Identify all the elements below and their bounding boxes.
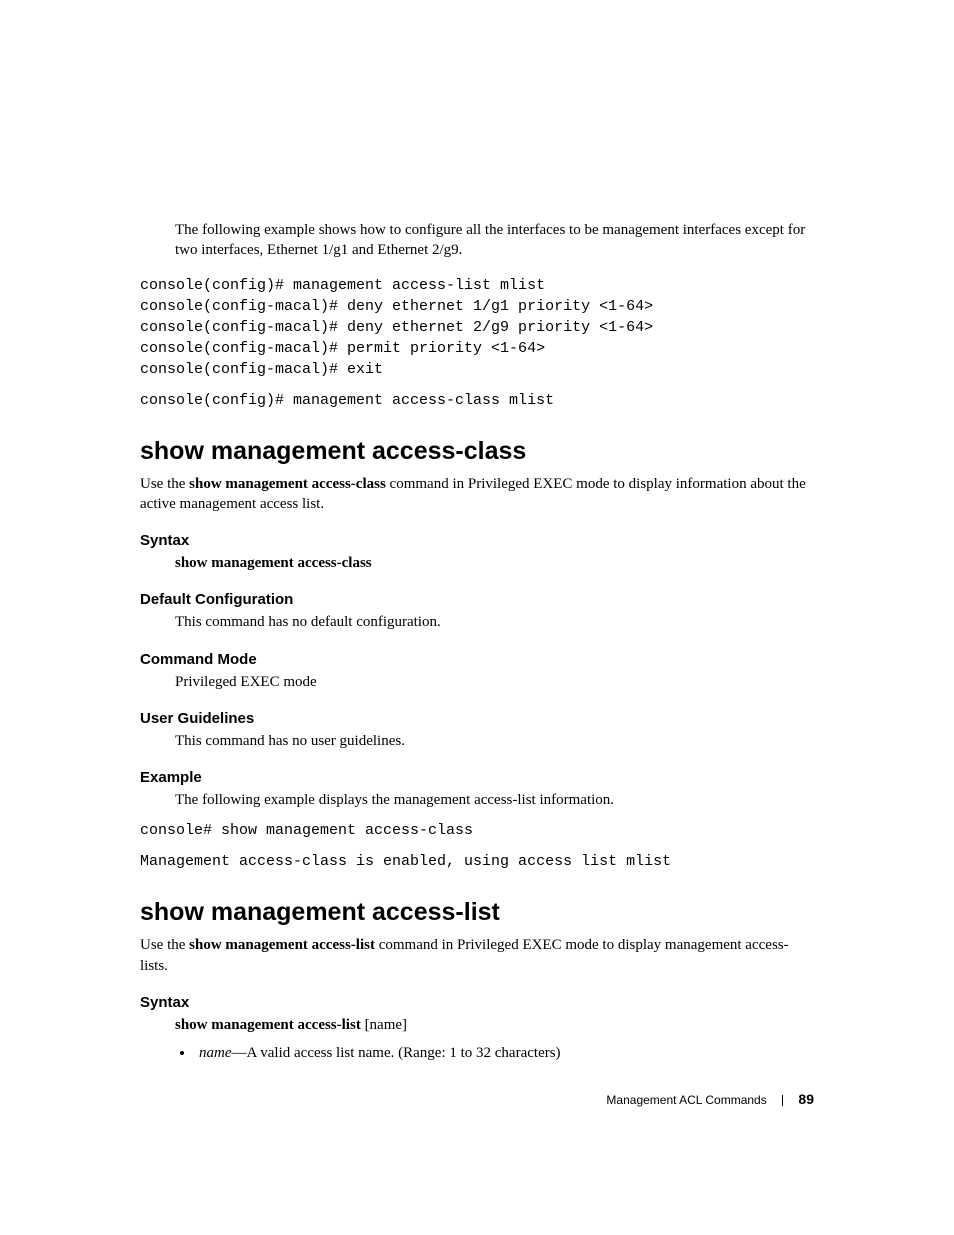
syntax-text: show management access-class: [175, 555, 372, 571]
page-footer: Management ACL Commands 89: [606, 1091, 814, 1107]
code-block-1b: console(config)# management access-class…: [140, 390, 814, 411]
sec1-description: Use the show management access-class com…: [140, 474, 814, 515]
heading-show-management-access-list: show management access-list: [140, 898, 814, 927]
arg-desc: —A valid access list name. (Range: 1 to …: [232, 1045, 561, 1061]
user-guidelines-heading: User Guidelines: [140, 710, 814, 727]
list-item: name—A valid access list name. (Range: 1…: [195, 1045, 814, 1062]
page-number: 89: [798, 1091, 814, 1107]
syntax-args-list: name—A valid access list name. (Range: 1…: [195, 1045, 814, 1062]
command-name: show management access-class: [189, 476, 386, 492]
sec2-description: Use the show management access-list comm…: [140, 935, 814, 976]
footer-separator: [782, 1095, 783, 1106]
syntax-arg: [name]: [365, 1017, 407, 1033]
heading-show-management-access-class: show management access-class: [140, 437, 814, 466]
user-guidelines-body: This command has no user guidelines.: [175, 731, 814, 751]
example-body: The following example displays the manag…: [175, 790, 814, 810]
syntax-text: show management access-list: [175, 1017, 365, 1033]
code-block-1: console(config)# management access-list …: [140, 275, 814, 380]
default-config-body: This command has no default configuratio…: [175, 612, 814, 632]
command-mode-heading: Command Mode: [140, 651, 814, 668]
example-heading: Example: [140, 769, 814, 786]
syntax-heading: Syntax: [140, 532, 814, 549]
syntax-body-2: show management access-list [name]: [175, 1015, 814, 1035]
page: The following example shows how to confi…: [0, 0, 954, 1235]
text: Use the: [140, 937, 189, 953]
syntax-heading-2: Syntax: [140, 994, 814, 1011]
arg-name: name: [199, 1045, 232, 1061]
default-config-heading: Default Configuration: [140, 591, 814, 608]
example-code-1: console# show management access-class: [140, 820, 814, 841]
command-name: show management access-list: [189, 937, 375, 953]
command-mode-body: Privileged EXEC mode: [175, 672, 814, 692]
syntax-body: show management access-class: [175, 553, 814, 573]
example-code-2: Management access-class is enabled, usin…: [140, 851, 814, 872]
intro-paragraph: The following example shows how to confi…: [175, 220, 814, 261]
footer-section-title: Management ACL Commands: [606, 1093, 766, 1107]
text: Use the: [140, 476, 189, 492]
